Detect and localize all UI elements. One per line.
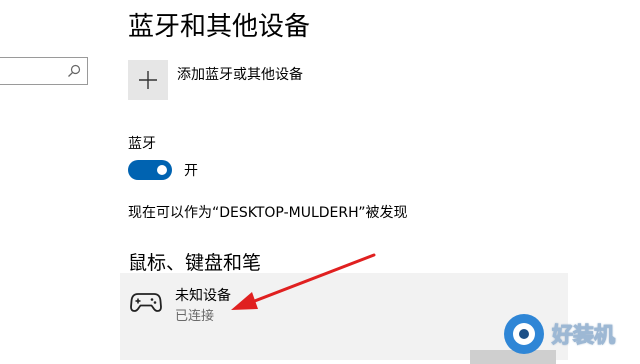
watermark-eye-icon: [504, 314, 544, 354]
search-input[interactable]: [3, 59, 67, 85]
bluetooth-toggle[interactable]: [128, 160, 172, 180]
device-status: 已连接: [175, 309, 215, 324]
device-name: 未知设备: [175, 288, 231, 304]
watermark-logo: 好装机: [500, 310, 640, 360]
add-device-button[interactable]: 添加蓝牙或其他设备: [128, 60, 303, 100]
search-icon[interactable]: [67, 64, 81, 78]
bluetooth-heading: 蓝牙: [128, 136, 156, 152]
watermark-text: 好装机: [552, 323, 616, 348]
plus-tile[interactable]: [128, 60, 168, 100]
add-device-label[interactable]: 添加蓝牙或其他设备: [177, 64, 303, 84]
gamepad-icon: [130, 293, 162, 312]
page-title: 蓝牙和其他设备: [128, 12, 311, 42]
toggle-knob: [157, 165, 167, 175]
mouse-keyboard-pen-heading: 鼠标、键盘和笔: [128, 252, 262, 274]
discoverable-text: 现在可以作为“DESKTOP-MULDERH”被发现: [128, 205, 408, 221]
search-box[interactable]: [0, 57, 88, 85]
bluetooth-toggle-row: 开: [128, 160, 198, 180]
toggle-state-label: 开: [184, 163, 198, 179]
plus-icon: [139, 71, 157, 89]
